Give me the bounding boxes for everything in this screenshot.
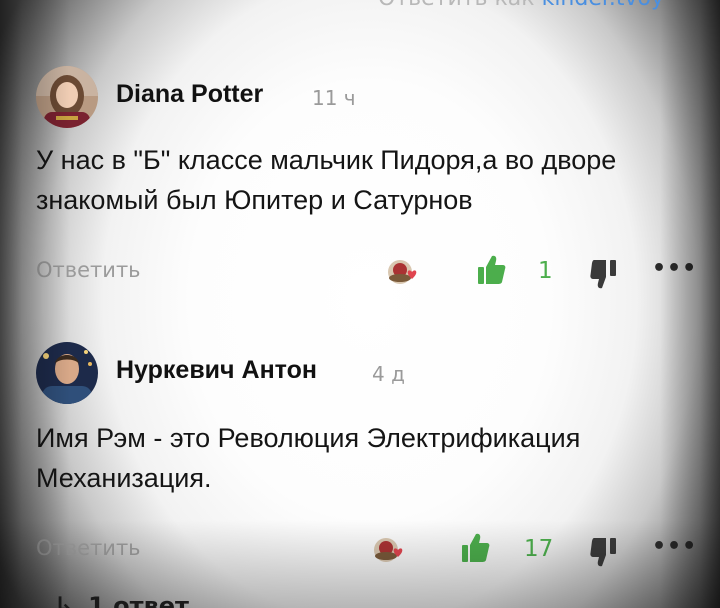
vignette-overlay <box>0 0 720 608</box>
reply-as-header[interactable]: Ответить как kinder.tvoy <box>378 0 664 11</box>
reply-arrow-icon: ↳ <box>54 592 75 608</box>
thumbs-up-icon[interactable] <box>476 254 506 290</box>
show-replies-link[interactable]: ↳ 1 ответ <box>54 592 189 608</box>
comment-author[interactable]: Diana Potter <box>116 80 263 109</box>
avatar[interactable] <box>36 342 98 404</box>
more-options-icon[interactable]: ••• <box>652 256 697 281</box>
comments-screen: Ответить как kinder.tvoy Diana Potter 11… <box>0 0 720 608</box>
reply-button[interactable]: Ответить <box>36 536 141 560</box>
comment-actions: Ответить 1 ••• <box>0 254 720 294</box>
comment-time: 11 ч <box>312 86 356 110</box>
thumbs-down-icon[interactable] <box>590 536 620 572</box>
like-count: 1 <box>538 258 553 284</box>
more-options-icon[interactable]: ••• <box>652 534 697 559</box>
thumbs-up-icon[interactable] <box>460 532 490 568</box>
thumbs-down-icon[interactable] <box>590 258 620 294</box>
reply-as-user[interactable]: kinder.tvoy <box>542 0 664 11</box>
replies-count-label: 1 ответ <box>88 592 189 608</box>
reply-as-prefix: Ответить как <box>378 0 542 11</box>
like-count: 17 <box>524 536 554 562</box>
comment-author[interactable]: Нуркевич Антон <box>116 356 317 385</box>
comment-actions: Ответить 17 ••• <box>0 532 720 572</box>
comment-text: У нас в "Б" классе мальчик Пидоря,а во д… <box>36 145 617 215</box>
avatar[interactable] <box>36 66 98 128</box>
comment-time: 4 д <box>372 362 405 386</box>
reactions-icon[interactable] <box>386 256 426 288</box>
comment-text: Имя Рэм - это Революция Электрификация М… <box>36 423 581 493</box>
reactions-icon[interactable] <box>372 534 412 566</box>
reply-button[interactable]: Ответить <box>36 258 141 282</box>
